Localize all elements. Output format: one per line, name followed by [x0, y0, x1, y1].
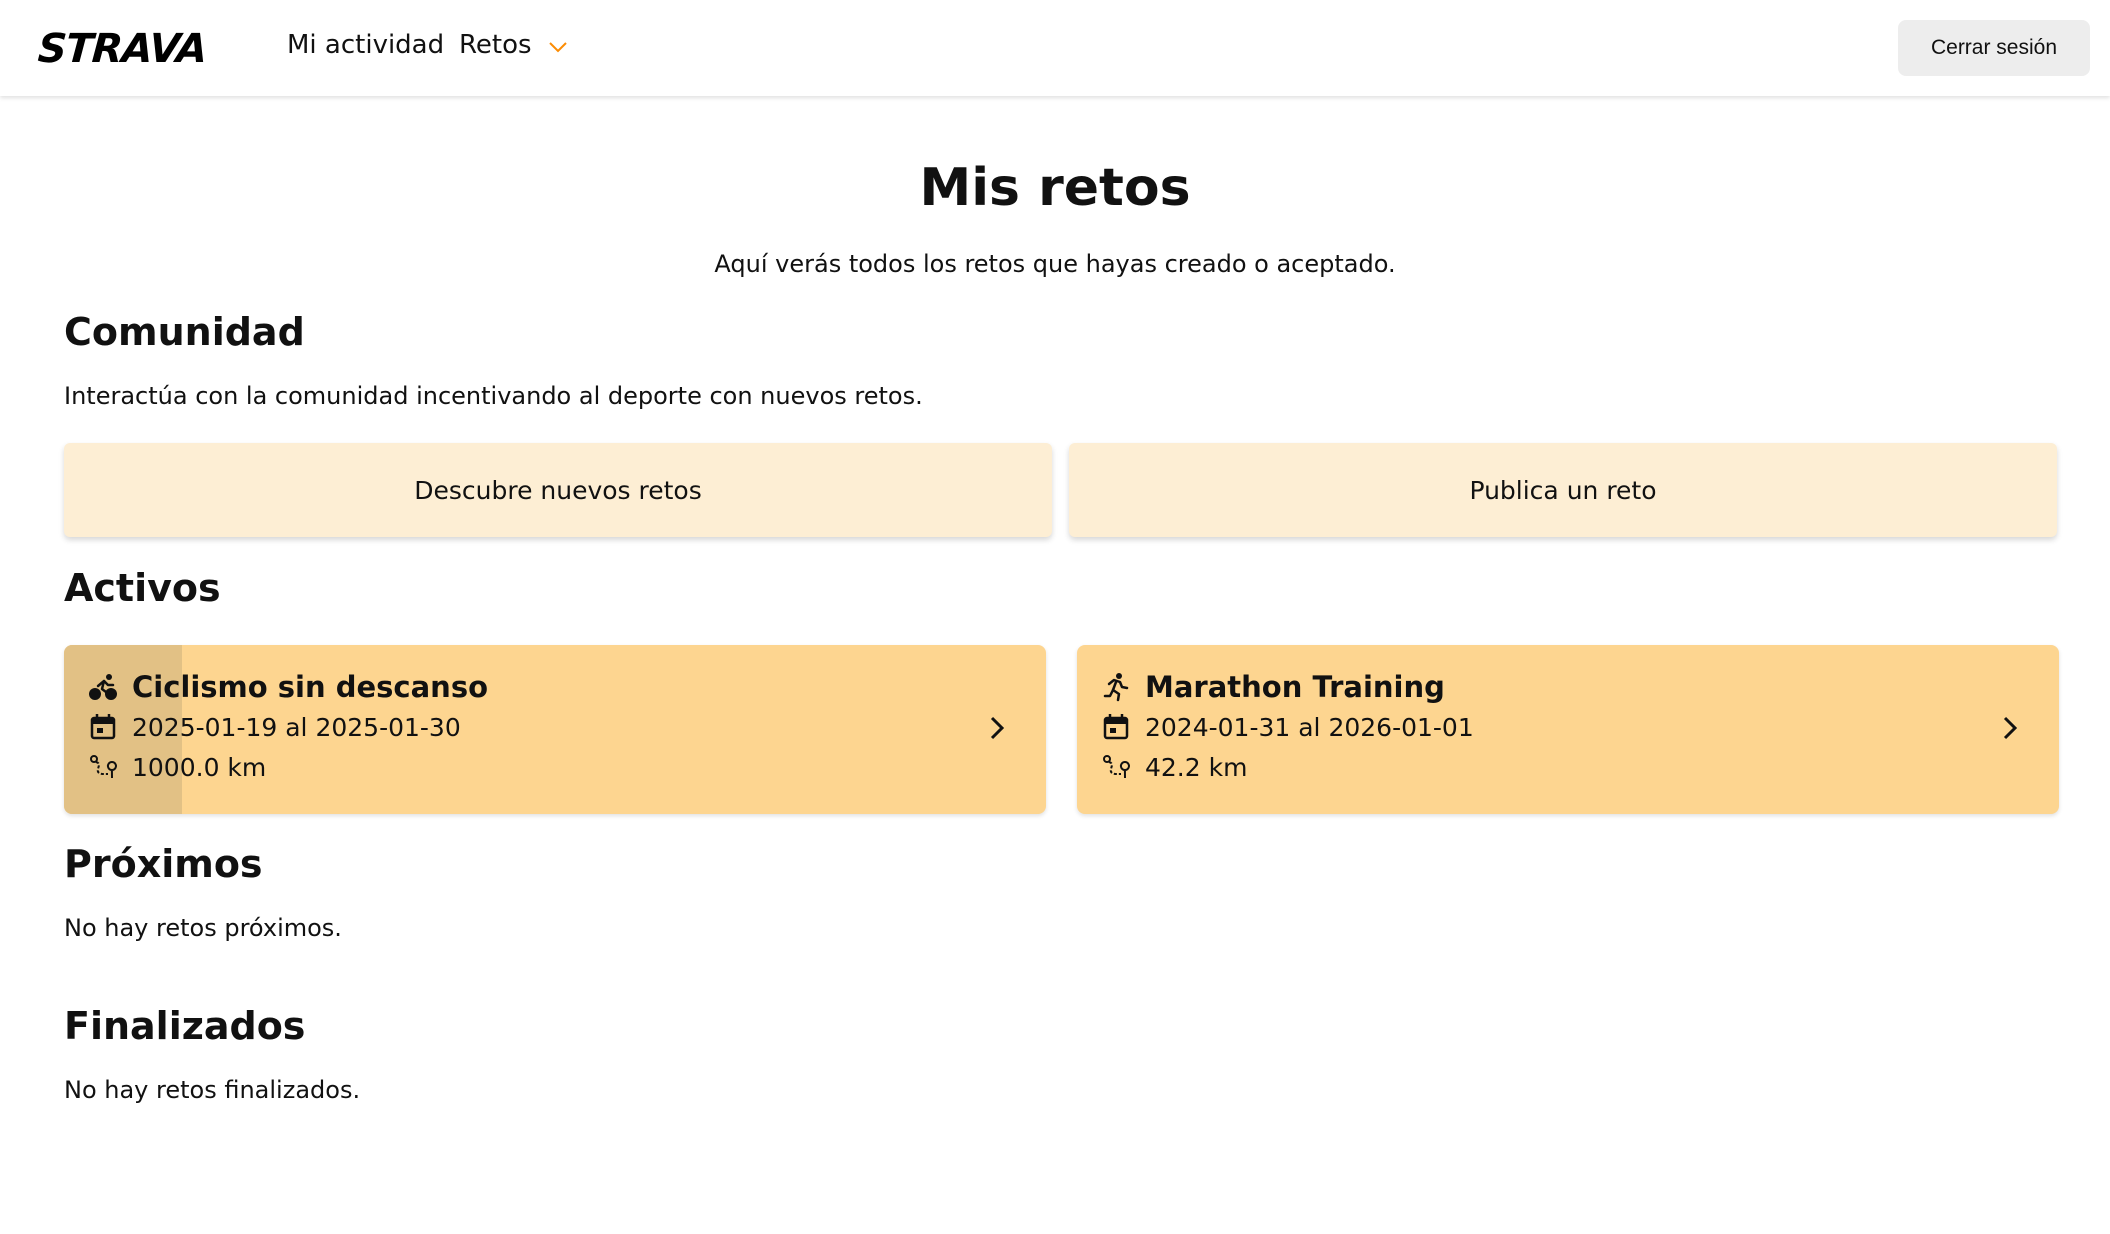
top-navbar: STRAVA Mi actividad Retos Cerrar sesión	[0, 0, 2110, 96]
section-heading-upcoming: Próximos	[64, 842, 263, 886]
nav-challenges-dropdown[interactable]: Retos	[459, 30, 568, 60]
logout-button[interactable]: Cerrar sesión	[1898, 20, 2090, 76]
section-heading-active: Activos	[64, 566, 221, 610]
chevron-right-icon	[2003, 716, 2018, 740]
section-heading-finished: Finalizados	[64, 1004, 306, 1048]
nav-my-activity[interactable]: Mi actividad	[287, 30, 444, 60]
community-description: Interactúa con la comunidad incentivando…	[64, 382, 923, 410]
challenge-dates: 2024-01-31 al 2026-01-01	[1145, 712, 1474, 742]
cycling-icon	[89, 674, 117, 700]
challenge-card-marathon[interactable]: Marathon Training 2024-01-31 al 2026-01-…	[1077, 645, 2059, 814]
nav-challenges-label: Retos	[459, 30, 532, 60]
calendar-icon	[90, 714, 116, 740]
challenge-name: Marathon Training	[1145, 670, 1445, 704]
discover-challenges-button[interactable]: Descubre nuevos retos	[64, 443, 1052, 537]
page-subtitle: Aquí verás todos los retos que hayas cre…	[714, 250, 1396, 278]
challenge-dates: 2025-01-19 al 2025-01-30	[132, 712, 461, 742]
upcoming-empty-message: No hay retos próximos.	[64, 914, 342, 942]
route-icon	[90, 755, 117, 779]
calendar-icon	[1103, 714, 1129, 740]
chevron-right-icon	[990, 716, 1005, 740]
running-icon	[1103, 673, 1129, 702]
chevron-down-icon	[548, 42, 567, 53]
publish-challenge-button[interactable]: Publica un reto	[1069, 443, 2057, 537]
challenge-card-cycling[interactable]: Ciclismo sin descanso 2025-01-19 al 2025…	[64, 645, 1046, 814]
challenge-distance: 42.2 km	[1145, 752, 1248, 782]
section-heading-community: Comunidad	[64, 310, 305, 354]
route-icon	[1103, 755, 1130, 779]
challenge-distance: 1000.0 km	[132, 752, 267, 782]
challenge-name: Ciclismo sin descanso	[132, 670, 489, 704]
strava-logo[interactable]: STRAVA	[36, 26, 208, 72]
page-title: Mis retos	[919, 158, 1191, 218]
finished-empty-message: No hay retos finalizados.	[64, 1076, 361, 1104]
